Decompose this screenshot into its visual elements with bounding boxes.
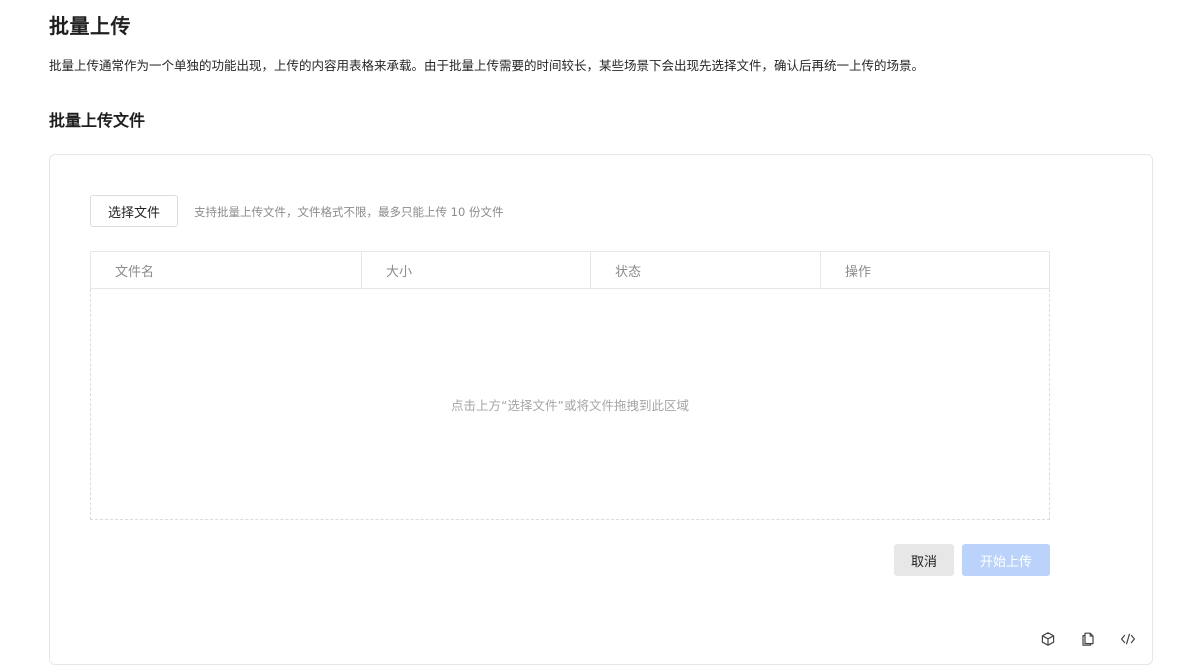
section-title: 批量上传文件 (49, 111, 146, 130)
cube-icon[interactable] (1038, 629, 1058, 649)
upload-tip: 支持批量上传文件，文件格式不限，最多只能上传 10 份文件 (194, 205, 504, 219)
start-upload-button[interactable]: 开始上传 (962, 544, 1050, 576)
column-header-status: 状态 (591, 252, 821, 288)
column-header-size: 大小 (362, 252, 591, 288)
copy-icon[interactable] (1078, 629, 1098, 649)
file-table: 文件名 大小 状态 操作 点击上方“选择文件”或将文件拖拽到此区域 (90, 251, 1050, 520)
table-header: 文件名 大小 状态 操作 (90, 251, 1050, 289)
page-title: 批量上传 (49, 14, 131, 38)
column-header-actions: 操作 (845, 264, 872, 280)
demo-card: 选择文件 支持批量上传文件，文件格式不限，最多只能上传 10 份文件 文件名 大… (49, 154, 1153, 665)
code-icon[interactable] (1118, 629, 1138, 649)
select-file-button[interactable]: 选择文件 (90, 195, 178, 227)
cancel-button[interactable]: 取消 (894, 544, 954, 576)
page-description: 批量上传通常作为一个单独的功能出现，上传的内容用表格来承载。由于批量上传需要的时… (49, 58, 925, 73)
drop-zone-hint: 点击上方“选择文件”或将文件拖拽到此区域 (451, 397, 689, 413)
column-header-filename: 文件名 (91, 252, 362, 288)
drop-zone[interactable]: 点击上方“选择文件”或将文件拖拽到此区域 (90, 289, 1050, 520)
